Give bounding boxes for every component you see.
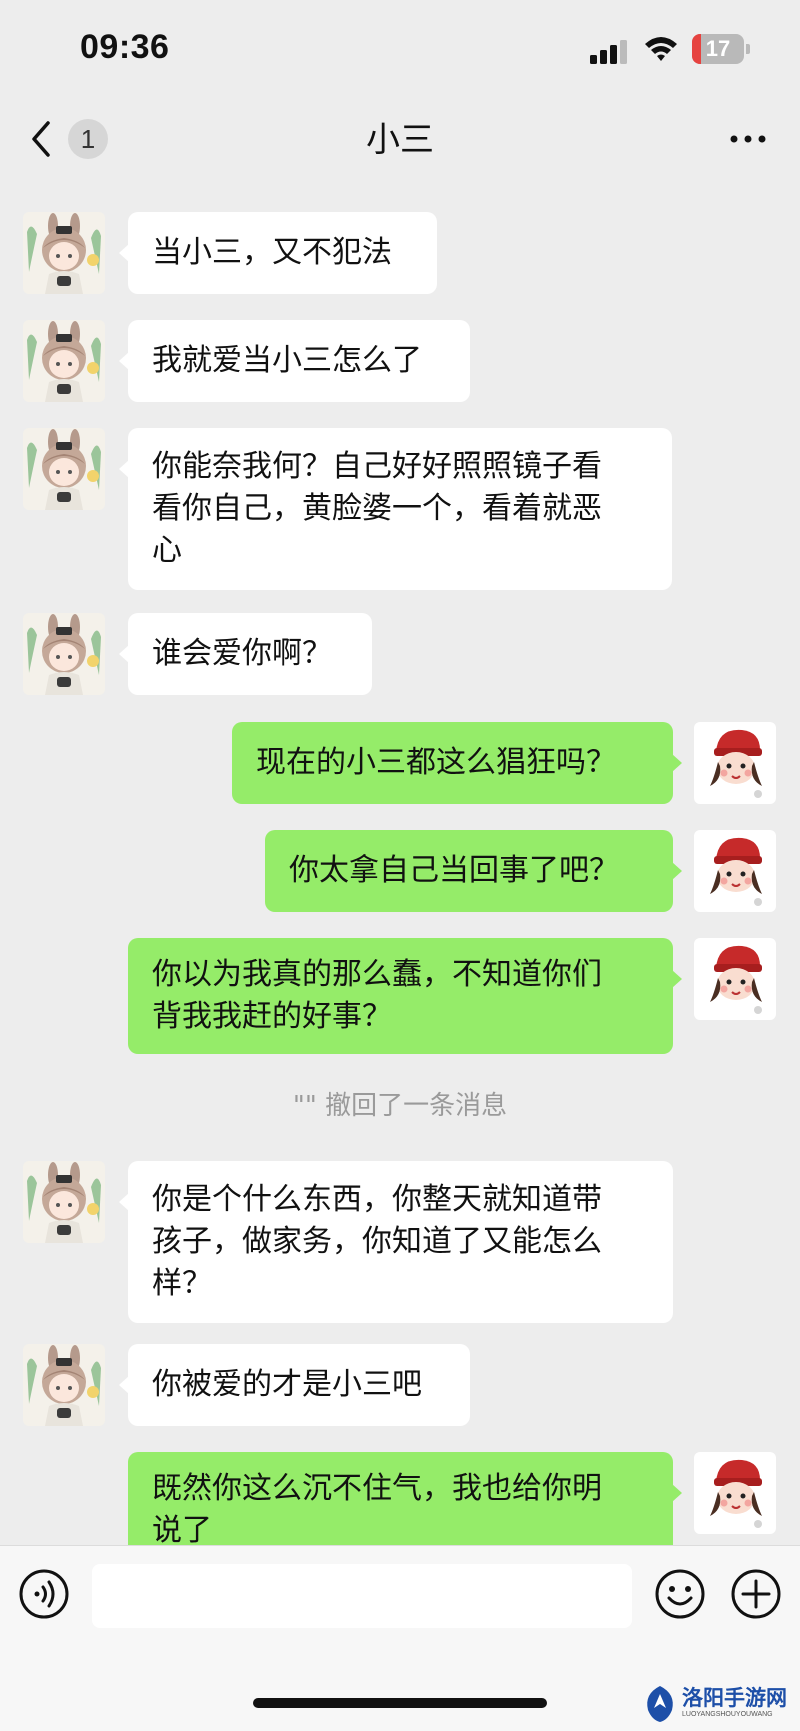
bubble-tail <box>672 862 682 880</box>
message-list[interactable]: "" 撤回了一条消息 当小三，又不犯法 我就爱当小三怎么了你能奈我何？自己好好照照… <box>0 185 800 1545</box>
message-incoming: 当小三，又不犯法 <box>0 212 800 294</box>
message-outgoing: 你以为我真的那么蠢，不知道你们 背我我赶的好事？ <box>0 938 800 1054</box>
message-incoming: 你被爱的才是小三吧 <box>0 1344 800 1426</box>
my-avatar[interactable] <box>694 938 776 1020</box>
contact-avatar[interactable] <box>23 212 105 294</box>
status-bar: 09:36 17 <box>0 0 800 95</box>
contact-avatar[interactable] <box>23 613 105 695</box>
message-bubble[interactable]: 你是个什么东西，你整天就知道带 孩子，做家务，你知道了又能怎么 样？ <box>128 1161 673 1323</box>
more-dots-icon[interactable] <box>728 129 768 149</box>
battery-level: 17 <box>705 36 731 61</box>
plus-icon[interactable] <box>730 1568 782 1620</box>
message-outgoing: 你太拿自己当回事了吧？ <box>0 830 800 912</box>
my-avatar[interactable] <box>694 1452 776 1534</box>
signal-icon <box>590 40 627 64</box>
message-bubble[interactable]: 你以为我真的那么蠢，不知道你们 背我我赶的好事？ <box>128 938 673 1054</box>
message-outgoing: 既然你这么沉不住气，我也给你明 说了 <box>0 1452 800 1545</box>
message-bubble[interactable]: 现在的小三都这么猖狂吗？ <box>232 722 673 804</box>
status-time: 09:36 <box>80 28 170 66</box>
message-bubble[interactable]: 谁会爱你啊？ <box>128 613 372 695</box>
recall-notice: "" 撤回了一条消息 <box>292 1091 508 1121</box>
home-indicator[interactable] <box>253 1698 547 1708</box>
message-bubble[interactable]: 我就爱当小三怎么了 <box>128 320 470 402</box>
watermark-text: 洛阳手游网 <box>682 1686 787 1710</box>
wifi-icon <box>645 37 677 61</box>
message-incoming: 谁会爱你啊？ <box>0 613 800 695</box>
watermark-logo-icon <box>647 1686 673 1722</box>
unread-count-badge[interactable]: 1 <box>68 119 108 159</box>
chat-title: 小三 <box>366 120 434 160</box>
my-avatar[interactable] <box>694 722 776 804</box>
message-incoming: 你能奈我何？自己好好照照镜子看 看你自己，黄脸婆一个，看着就恶 心 <box>0 428 800 590</box>
chat-header: 小三 1 <box>0 95 800 185</box>
message-incoming: 你是个什么东西，你整天就知道带 孩子，做家务，你知道了又能怎么 样？ <box>0 1161 800 1323</box>
contact-avatar[interactable] <box>23 1344 105 1426</box>
message-bubble[interactable]: 你太拿自己当回事了吧？ <box>265 830 673 912</box>
message-bubble[interactable]: 你能奈我何？自己好好照照镜子看 看你自己，黄脸婆一个，看着就恶 心 <box>128 428 672 590</box>
site-watermark: 洛阳手游网 LUOYANGSHOUYOUWANG <box>642 1680 798 1728</box>
voice-icon[interactable] <box>18 1568 70 1620</box>
message-outgoing: 现在的小三都这么猖狂吗？ <box>0 722 800 804</box>
my-avatar[interactable] <box>694 830 776 912</box>
emoji-icon[interactable] <box>654 1568 706 1620</box>
message-bubble[interactable]: 当小三，又不犯法 <box>128 212 437 294</box>
message-bubble[interactable]: 你被爱的才是小三吧 <box>128 1344 470 1426</box>
message-incoming: 我就爱当小三怎么了 <box>0 320 800 402</box>
message-input[interactable] <box>92 1564 632 1628</box>
bubble-tail <box>672 970 682 988</box>
watermark-subtext: LUOYANGSHOUYOUWANG <box>682 1711 773 1718</box>
contact-avatar[interactable] <box>23 1161 105 1243</box>
contact-avatar[interactable] <box>23 320 105 402</box>
bubble-tail <box>672 754 682 772</box>
contact-avatar[interactable] <box>23 428 105 510</box>
bubble-tail <box>672 1484 682 1502</box>
back-chevron-icon[interactable] <box>26 117 56 161</box>
battery-icon: 17 <box>692 34 750 64</box>
message-bubble[interactable]: 既然你这么沉不住气，我也给你明 说了 <box>128 1452 673 1545</box>
